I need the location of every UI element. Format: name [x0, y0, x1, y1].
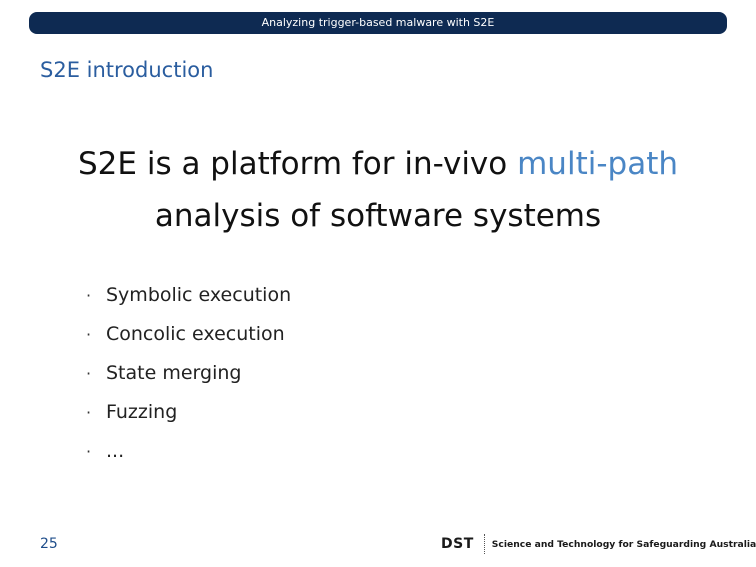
logo-tagline: Science and Technology for Safeguarding …	[491, 538, 756, 550]
headline-text: S2E is a platform for in-vivo	[78, 146, 518, 182]
list-item: · State merging	[86, 354, 291, 393]
list-item-text: Concolic execution	[106, 323, 285, 345]
logo-divider	[483, 534, 485, 554]
bullet-dot-icon: ·	[86, 364, 92, 383]
bullet-list: · Symbolic execution · Concolic execution …	[86, 276, 291, 471]
page-number: 25	[40, 536, 58, 552]
list-item: · Symbolic execution	[86, 276, 291, 315]
list-item-text: State merging	[106, 362, 242, 384]
list-item-text: Symbolic execution	[106, 284, 292, 306]
dst-logo-mark: DST	[441, 536, 474, 552]
headline: S2E is a platform for in-vivo multi-path…	[0, 138, 756, 242]
bullet-dot-icon: ·	[86, 325, 92, 344]
slide-header-bar: Analyzing trigger-based malware with S2E	[29, 12, 727, 34]
slide-title: S2E introduction	[40, 58, 214, 82]
list-item: ·...	[86, 432, 291, 471]
list-item: · Fuzzing	[86, 393, 291, 432]
bullet-dot-icon: ·	[86, 286, 92, 305]
list-item-text: Fuzzing	[106, 401, 178, 423]
bullet-dot-icon: ·	[86, 442, 92, 461]
dst-logo: DST Science and Technology for Safeguard…	[441, 534, 756, 554]
list-item: · Concolic execution	[86, 315, 291, 354]
list-item-text: ...	[106, 440, 125, 462]
headline-accent: multi-path	[517, 146, 678, 182]
headline-line-1: S2E is a platform for in-vivo multi-path	[0, 138, 756, 190]
headline-line-2: analysis of software systems	[154, 198, 602, 234]
presentation-title: Analyzing trigger-based malware with S2E	[261, 16, 495, 29]
bullet-dot-icon: ·	[86, 403, 92, 422]
